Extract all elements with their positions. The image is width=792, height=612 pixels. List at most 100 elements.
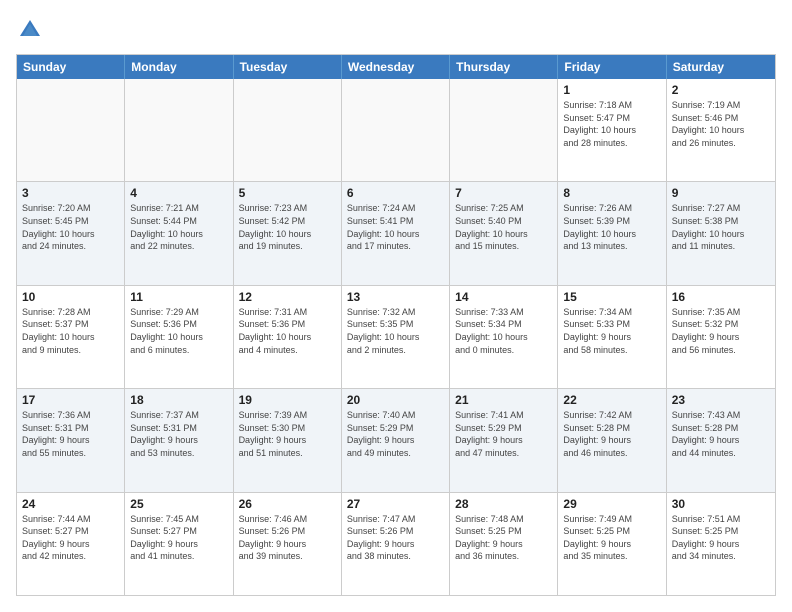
day-number: 1 <box>563 83 660 97</box>
day-number: 29 <box>563 497 660 511</box>
day-info: Sunrise: 7:27 AM Sunset: 5:38 PM Dayligh… <box>672 202 770 252</box>
calendar-cell: 18 Sunrise: 7:37 AM Sunset: 5:31 PM Dayli… <box>125 389 233 491</box>
day-info: Sunrise: 7:40 AM Sunset: 5:29 PM Dayligh… <box>347 409 444 459</box>
calendar-row: 10 Sunrise: 7:28 AM Sunset: 5:37 PM Dayli… <box>17 285 775 388</box>
calendar-cell: 6Sunrise: 7:24 AM Sunset: 5:41 PM Daylig… <box>342 182 450 284</box>
logo-icon <box>16 16 44 44</box>
day-number: 8 <box>563 186 660 200</box>
calendar-cell <box>17 79 125 181</box>
day-number: 21 <box>455 393 552 407</box>
day-info: Sunrise: 7:51 AM Sunset: 5:25 PM Dayligh… <box>672 513 770 563</box>
day-number: 2 <box>672 83 770 97</box>
day-number: 4 <box>130 186 227 200</box>
calendar-cell <box>450 79 558 181</box>
header <box>16 16 776 44</box>
day-number: 18 <box>130 393 227 407</box>
calendar-cell: 29 Sunrise: 7:49 AM Sunset: 5:25 PM Dayli… <box>558 493 666 595</box>
day-number: 12 <box>239 290 336 304</box>
day-number: 30 <box>672 497 770 511</box>
calendar-cell: 12 Sunrise: 7:31 AM Sunset: 5:36 PM Dayli… <box>234 286 342 388</box>
calendar-cell: 3Sunrise: 7:20 AM Sunset: 5:45 PM Daylig… <box>17 182 125 284</box>
day-info: Sunrise: 7:36 AM Sunset: 5:31 PM Dayligh… <box>22 409 119 459</box>
weekday-header: Friday <box>558 55 666 79</box>
calendar-cell: 22Sunrise: 7:42 AM Sunset: 5:28 PM Dayli… <box>558 389 666 491</box>
day-info: Sunrise: 7:46 AM Sunset: 5:26 PM Dayligh… <box>239 513 336 563</box>
calendar-row: 17Sunrise: 7:36 AM Sunset: 5:31 PM Dayli… <box>17 388 775 491</box>
calendar-cell: 1 Sunrise: 7:18 AM Sunset: 5:47 PM Daylig… <box>558 79 666 181</box>
day-number: 14 <box>455 290 552 304</box>
day-info: Sunrise: 7:37 AM Sunset: 5:31 PM Dayligh… <box>130 409 227 459</box>
calendar-cell: 5 Sunrise: 7:23 AM Sunset: 5:42 PM Daylig… <box>234 182 342 284</box>
day-info: Sunrise: 7:21 AM Sunset: 5:44 PM Dayligh… <box>130 202 227 252</box>
day-number: 20 <box>347 393 444 407</box>
logo <box>16 16 48 44</box>
weekday-header: Thursday <box>450 55 558 79</box>
calendar-cell: 28 Sunrise: 7:48 AM Sunset: 5:25 PM Dayli… <box>450 493 558 595</box>
day-number: 23 <box>672 393 770 407</box>
calendar-cell: 27 Sunrise: 7:47 AM Sunset: 5:26 PM Dayli… <box>342 493 450 595</box>
day-number: 6 <box>347 186 444 200</box>
calendar-cell: 11 Sunrise: 7:29 AM Sunset: 5:36 PM Dayli… <box>125 286 233 388</box>
calendar-cell: 23Sunrise: 7:43 AM Sunset: 5:28 PM Dayli… <box>667 389 775 491</box>
day-info: Sunrise: 7:26 AM Sunset: 5:39 PM Dayligh… <box>563 202 660 252</box>
calendar-cell: 24 Sunrise: 7:44 AM Sunset: 5:27 PM Dayli… <box>17 493 125 595</box>
calendar-header: SundayMondayTuesdayWednesdayThursdayFrid… <box>17 55 775 79</box>
calendar-row: 1 Sunrise: 7:18 AM Sunset: 5:47 PM Daylig… <box>17 79 775 181</box>
calendar-cell: 13Sunrise: 7:32 AM Sunset: 5:35 PM Dayli… <box>342 286 450 388</box>
calendar-cell: 4 Sunrise: 7:21 AM Sunset: 5:44 PM Daylig… <box>125 182 233 284</box>
day-number: 7 <box>455 186 552 200</box>
calendar-cell: 7 Sunrise: 7:25 AM Sunset: 5:40 PM Daylig… <box>450 182 558 284</box>
day-info: Sunrise: 7:29 AM Sunset: 5:36 PM Dayligh… <box>130 306 227 356</box>
day-info: Sunrise: 7:35 AM Sunset: 5:32 PM Dayligh… <box>672 306 770 356</box>
day-number: 11 <box>130 290 227 304</box>
weekday-header: Saturday <box>667 55 775 79</box>
calendar-cell: 2Sunrise: 7:19 AM Sunset: 5:46 PM Daylig… <box>667 79 775 181</box>
day-number: 19 <box>239 393 336 407</box>
day-info: Sunrise: 7:18 AM Sunset: 5:47 PM Dayligh… <box>563 99 660 149</box>
day-number: 24 <box>22 497 119 511</box>
day-info: Sunrise: 7:28 AM Sunset: 5:37 PM Dayligh… <box>22 306 119 356</box>
day-number: 26 <box>239 497 336 511</box>
calendar-cell <box>342 79 450 181</box>
day-number: 3 <box>22 186 119 200</box>
day-number: 9 <box>672 186 770 200</box>
day-info: Sunrise: 7:23 AM Sunset: 5:42 PM Dayligh… <box>239 202 336 252</box>
day-info: Sunrise: 7:34 AM Sunset: 5:33 PM Dayligh… <box>563 306 660 356</box>
calendar-cell: 17Sunrise: 7:36 AM Sunset: 5:31 PM Dayli… <box>17 389 125 491</box>
weekday-header: Wednesday <box>342 55 450 79</box>
day-info: Sunrise: 7:32 AM Sunset: 5:35 PM Dayligh… <box>347 306 444 356</box>
calendar-cell: 30 Sunrise: 7:51 AM Sunset: 5:25 PM Dayli… <box>667 493 775 595</box>
day-info: Sunrise: 7:31 AM Sunset: 5:36 PM Dayligh… <box>239 306 336 356</box>
day-info: Sunrise: 7:48 AM Sunset: 5:25 PM Dayligh… <box>455 513 552 563</box>
weekday-header: Sunday <box>17 55 125 79</box>
calendar-cell: 15Sunrise: 7:34 AM Sunset: 5:33 PM Dayli… <box>558 286 666 388</box>
calendar-cell: 21 Sunrise: 7:41 AM Sunset: 5:29 PM Dayli… <box>450 389 558 491</box>
day-number: 25 <box>130 497 227 511</box>
calendar-row: 24 Sunrise: 7:44 AM Sunset: 5:27 PM Dayli… <box>17 492 775 595</box>
day-info: Sunrise: 7:47 AM Sunset: 5:26 PM Dayligh… <box>347 513 444 563</box>
calendar-cell: 10 Sunrise: 7:28 AM Sunset: 5:37 PM Dayli… <box>17 286 125 388</box>
calendar-cell: 26 Sunrise: 7:46 AM Sunset: 5:26 PM Dayli… <box>234 493 342 595</box>
day-number: 28 <box>455 497 552 511</box>
calendar-cell: 16Sunrise: 7:35 AM Sunset: 5:32 PM Dayli… <box>667 286 775 388</box>
calendar-cell: 14Sunrise: 7:33 AM Sunset: 5:34 PM Dayli… <box>450 286 558 388</box>
day-info: Sunrise: 7:39 AM Sunset: 5:30 PM Dayligh… <box>239 409 336 459</box>
day-number: 22 <box>563 393 660 407</box>
day-info: Sunrise: 7:41 AM Sunset: 5:29 PM Dayligh… <box>455 409 552 459</box>
day-info: Sunrise: 7:25 AM Sunset: 5:40 PM Dayligh… <box>455 202 552 252</box>
day-info: Sunrise: 7:44 AM Sunset: 5:27 PM Dayligh… <box>22 513 119 563</box>
day-info: Sunrise: 7:45 AM Sunset: 5:27 PM Dayligh… <box>130 513 227 563</box>
calendar-cell <box>125 79 233 181</box>
day-number: 5 <box>239 186 336 200</box>
calendar-cell: 19 Sunrise: 7:39 AM Sunset: 5:30 PM Dayli… <box>234 389 342 491</box>
calendar-cell <box>234 79 342 181</box>
calendar-cell: 9 Sunrise: 7:27 AM Sunset: 5:38 PM Daylig… <box>667 182 775 284</box>
weekday-header: Tuesday <box>234 55 342 79</box>
calendar-body: 1 Sunrise: 7:18 AM Sunset: 5:47 PM Daylig… <box>17 79 775 595</box>
day-number: 27 <box>347 497 444 511</box>
calendar-row: 3Sunrise: 7:20 AM Sunset: 5:45 PM Daylig… <box>17 181 775 284</box>
calendar: SundayMondayTuesdayWednesdayThursdayFrid… <box>16 54 776 596</box>
day-info: Sunrise: 7:49 AM Sunset: 5:25 PM Dayligh… <box>563 513 660 563</box>
day-number: 10 <box>22 290 119 304</box>
calendar-cell: 20 Sunrise: 7:40 AM Sunset: 5:29 PM Dayli… <box>342 389 450 491</box>
